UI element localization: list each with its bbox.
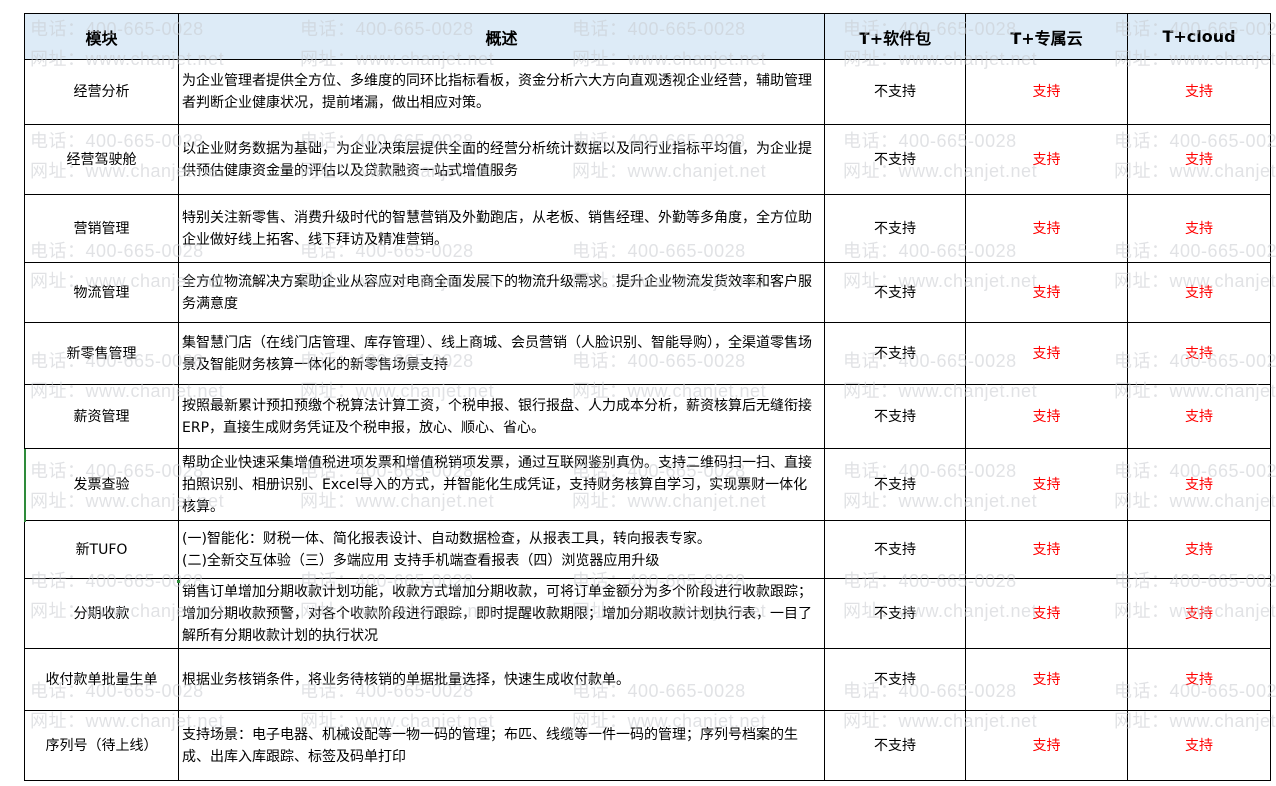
cloud-support-cell: 支持 — [1127, 59, 1271, 125]
dedicated-cloud-support-cell: 支持 — [965, 578, 1128, 649]
description-cell: (一)智能化：财税一体、简化报表设计、自动数据检查，从报表工具，转向报表专家。 … — [178, 520, 825, 579]
table-body: 经营分析 为企业管理者提供全方位、多维度的同环比指标看板，资金分析六大方向直观透视… — [24, 59, 1271, 781]
module-cell: 新零售管理 — [24, 322, 179, 385]
cloud-support-cell: 支持 — [1127, 322, 1271, 385]
header-row: 模块 概述 T+软件包 T+专属云 T+cloud — [24, 13, 1271, 60]
table-row: 收付款单批量生单 根据业务核销条件，将业务待核销的单据批量选择，快速生成收付款单。… — [24, 648, 1271, 711]
module-cell: 分期收款 — [24, 578, 179, 649]
software-support-cell: 不支持 — [824, 124, 966, 195]
description-cell: 按照最新累计预扣预缴个税算法计算工资，个税申报、银行报盘、人力成本分析，薪资核算… — [178, 384, 825, 449]
module-cell: 发票查验 — [24, 448, 179, 521]
cell-fill-handle — [177, 580, 180, 583]
description-cell: 销售订单增加分期收款计划功能，收款方式增加分期收款，可将订单金额分为多个阶段进行… — [178, 578, 825, 649]
software-support-cell: 不支持 — [824, 578, 966, 649]
module-cell: 营销管理 — [24, 194, 179, 263]
software-support-cell: 不支持 — [824, 322, 966, 385]
description-cell: 帮助企业快速采集增值税进项发票和增值税销项发票，通过互联网鉴别真伪。支持二维码扫… — [178, 448, 825, 521]
cloud-support-cell: 支持 — [1127, 520, 1271, 579]
cloud-support-cell: 支持 — [1127, 194, 1271, 263]
header-module: 模块 — [24, 13, 179, 60]
dedicated-cloud-support-cell: 支持 — [965, 194, 1128, 263]
header-t-software: T+软件包 — [824, 13, 966, 60]
dedicated-cloud-support-cell: 支持 — [965, 384, 1128, 449]
module-cell: 序列号（待上线） — [24, 710, 179, 781]
software-support-cell: 不支持 — [824, 448, 966, 521]
table-row: 营销管理 特别关注新零售、消费升级时代的智慧营销及外勤跑店，从老板、销售经理、外勤… — [24, 194, 1271, 263]
software-support-cell: 不支持 — [824, 520, 966, 579]
software-support-cell: 不支持 — [824, 648, 966, 711]
header-overview: 概述 — [178, 13, 825, 60]
dedicated-cloud-support-cell: 支持 — [965, 322, 1128, 385]
module-cell: 薪资管理 — [24, 384, 179, 449]
cell-selection-edge — [24, 449, 26, 522]
module-cell: 经营分析 — [24, 59, 179, 125]
cloud-support-cell: 支持 — [1127, 578, 1271, 649]
table-row: 物流管理 全方位物流解决方案助企业从容应对电商全面发展下的物流升级需求。提升企业物… — [24, 262, 1271, 323]
module-cell: 新TUFO — [24, 520, 179, 579]
cloud-support-cell: 支持 — [1127, 384, 1271, 449]
description-cell: 以企业财务数据为基础，为企业决策层提供全面的经营分析统计数据以及同行业指标平均值… — [178, 124, 825, 195]
dedicated-cloud-support-cell: 支持 — [965, 59, 1128, 125]
description-cell: 集智慧门店（在线门店管理、库存管理）、线上商城、会员营销（人脸识别、智能导购），… — [178, 322, 825, 385]
software-support-cell: 不支持 — [824, 194, 966, 263]
dedicated-cloud-support-cell: 支持 — [965, 124, 1128, 195]
table-row: 新TUFO (一)智能化：财税一体、简化报表设计、自动数据检查，从报表工具，转向报… — [24, 520, 1271, 579]
table-row: 新零售管理 集智慧门店（在线门店管理、库存管理）、线上商城、会员营销（人脸识别、智… — [24, 322, 1271, 385]
description-cell: 根据业务核销条件，将业务待核销的单据批量选择，快速生成收付款单。 — [178, 648, 825, 711]
dedicated-cloud-support-cell: 支持 — [965, 648, 1128, 711]
cloud-support-cell: 支持 — [1127, 262, 1271, 323]
software-support-cell: 不支持 — [824, 710, 966, 781]
description-cell: 支持场景：电子电器、机械设配等一物一码的管理；布匹、线缆等一件一码的管理；序列号… — [178, 710, 825, 781]
cloud-support-cell: 支持 — [1127, 448, 1271, 521]
product-comparison-table: 模块 概述 T+软件包 T+专属云 T+cloud 经营分析 为企业管理者提供全方… — [24, 13, 1271, 781]
table-row: 薪资管理 按照最新累计预扣预缴个税算法计算工资，个税申报、银行报盘、人力成本分析，… — [24, 384, 1271, 449]
software-support-cell: 不支持 — [824, 384, 966, 449]
module-cell: 经营驾驶舱 — [24, 124, 179, 195]
description-cell: 为企业管理者提供全方位、多维度的同环比指标看板，资金分析六大方向直观透视企业经营… — [178, 59, 825, 125]
cloud-support-cell: 支持 — [1127, 124, 1271, 195]
table-row: 经营分析 为企业管理者提供全方位、多维度的同环比指标看板，资金分析六大方向直观透视… — [24, 59, 1271, 125]
table-row: 发票查验 帮助企业快速采集增值税进项发票和增值税销项发票，通过互联网鉴别真伪。支持… — [24, 448, 1271, 521]
description-cell: 特别关注新零售、消费升级时代的智慧营销及外勤跑店，从老板、销售经理、外勤等多角度… — [178, 194, 825, 263]
module-cell: 收付款单批量生单 — [24, 648, 179, 711]
cloud-support-cell: 支持 — [1127, 648, 1271, 711]
table-row: 经营驾驶舱 以企业财务数据为基础，为企业决策层提供全面的经营分析统计数据以及同行业… — [24, 124, 1271, 195]
dedicated-cloud-support-cell: 支持 — [965, 448, 1128, 521]
dedicated-cloud-support-cell: 支持 — [965, 262, 1128, 323]
dedicated-cloud-support-cell: 支持 — [965, 710, 1128, 781]
dedicated-cloud-support-cell: 支持 — [965, 520, 1128, 579]
software-support-cell: 不支持 — [824, 59, 966, 125]
cloud-support-cell: 支持 — [1127, 710, 1271, 781]
table-row: 序列号（待上线） 支持场景：电子电器、机械设配等一物一码的管理；布匹、线缆等一件一… — [24, 710, 1271, 781]
table-row: 分期收款 销售订单增加分期收款计划功能，收款方式增加分期收款，可将订单金额分为多个… — [24, 578, 1271, 649]
header-t-cloud: T+cloud — [1127, 13, 1271, 60]
description-cell: 全方位物流解决方案助企业从容应对电商全面发展下的物流升级需求。提升企业物流发货效… — [178, 262, 825, 323]
module-cell: 物流管理 — [24, 262, 179, 323]
software-support-cell: 不支持 — [824, 262, 966, 323]
header-t-dedicated-cloud: T+专属云 — [965, 13, 1128, 60]
